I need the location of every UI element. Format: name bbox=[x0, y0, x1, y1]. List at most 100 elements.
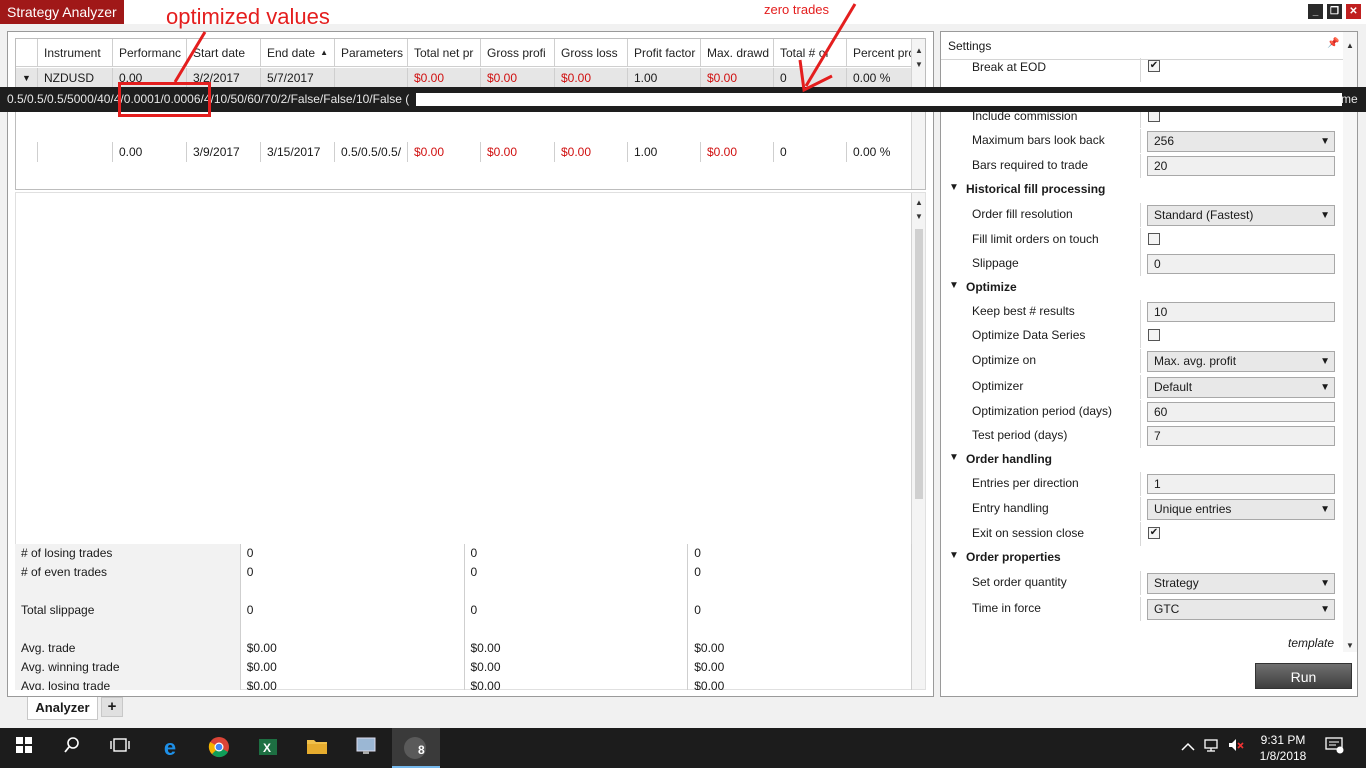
search-icon[interactable] bbox=[60, 736, 84, 760]
col-total-net-profit[interactable]: Total net pr bbox=[408, 39, 481, 67]
pin-icon[interactable]: 📌 bbox=[1327, 38, 1339, 49]
select-value: Default bbox=[1154, 380, 1193, 394]
select-value: Standard (Fastest) bbox=[1154, 208, 1254, 222]
collapse-arrow-icon[interactable]: ▼ bbox=[949, 182, 959, 193]
col-gross-loss[interactable]: Gross loss bbox=[555, 39, 628, 67]
svg-text:X: X bbox=[263, 741, 271, 755]
category-optimize[interactable]: ▼ Optimize bbox=[941, 277, 1341, 299]
network-icon[interactable] bbox=[1200, 736, 1224, 760]
minimize-button[interactable]: _ bbox=[1308, 4, 1323, 19]
entry-handling-select[interactable]: Unique entries ▼ bbox=[1147, 499, 1335, 520]
test-period-input[interactable]: 7 bbox=[1147, 426, 1335, 446]
setting-label: Entries per direction bbox=[972, 476, 1079, 490]
time-in-force-select[interactable]: GTC ▼ bbox=[1147, 599, 1335, 620]
collapse-arrow-icon[interactable]: ▼ bbox=[949, 452, 959, 463]
restore-button[interactable]: ❐ bbox=[1327, 4, 1342, 19]
template-link[interactable]: template bbox=[1288, 636, 1334, 650]
windows-start-icon[interactable] bbox=[12, 736, 36, 760]
category-order-properties[interactable]: ▼ Order properties bbox=[941, 547, 1341, 569]
break-at-eod-checkbox[interactable]: ✔ bbox=[1148, 60, 1160, 72]
col-performance[interactable]: Performanc bbox=[113, 39, 187, 67]
stat-row: # of losing trades 0 0 0 bbox=[15, 544, 912, 563]
cell-profit-factor: 1.00 bbox=[628, 68, 701, 88]
cell-percent-profitable: 0.00 % bbox=[847, 68, 917, 88]
optimization-period-input[interactable]: 60 bbox=[1147, 402, 1335, 422]
divider bbox=[1140, 203, 1141, 227]
category-historical-fill[interactable]: ▼ Historical fill processing bbox=[941, 179, 1341, 201]
col-instrument[interactable]: Instrument bbox=[38, 39, 113, 67]
stat-value: 0 bbox=[688, 544, 912, 563]
collapse-arrow-icon[interactable]: ▼ bbox=[16, 68, 38, 88]
select-value: Strategy bbox=[1154, 576, 1199, 590]
show-hidden-icons-icon[interactable] bbox=[1176, 736, 1200, 760]
stat-row: Avg. losing trade $0.00 $0.00 $0.00 bbox=[15, 677, 912, 690]
chrome-svg bbox=[208, 737, 229, 758]
windows-logo-svg bbox=[16, 737, 32, 753]
scroll-up-icon[interactable]: ▲ bbox=[1343, 40, 1357, 52]
ninjatrader-taskbar-button[interactable]: 8 bbox=[392, 728, 440, 768]
entries-per-direction-input[interactable]: 1 bbox=[1147, 474, 1335, 494]
settings-scrollbar[interactable]: ▲ ▼ bbox=[1343, 32, 1357, 652]
control-panel-icon[interactable] bbox=[354, 736, 378, 760]
bars-required-input[interactable]: 20 bbox=[1147, 156, 1335, 176]
system-clock[interactable]: 9:31 PM 1/8/2018 bbox=[1257, 732, 1309, 764]
setting-label: Entry handling bbox=[972, 501, 1049, 515]
notifications-icon[interactable] bbox=[1322, 736, 1346, 760]
col-start-date[interactable]: Start date bbox=[187, 39, 261, 67]
optimize-data-series-checkbox[interactable] bbox=[1148, 329, 1160, 341]
setting-label: Order fill resolution bbox=[972, 207, 1073, 221]
collapse-arrow-icon[interactable]: ▼ bbox=[949, 280, 959, 291]
col-gross-profit[interactable]: Gross profi bbox=[481, 39, 555, 67]
stat-value: $0.00 bbox=[241, 639, 465, 658]
tab-analyzer[interactable]: Analyzer bbox=[27, 697, 98, 720]
collapse-arrow-icon[interactable]: ▼ bbox=[949, 550, 959, 561]
control-panel-svg bbox=[356, 737, 376, 754]
excel-icon[interactable]: X bbox=[256, 736, 280, 760]
file-explorer-icon[interactable] bbox=[305, 736, 329, 760]
col-profit-factor[interactable]: Profit factor bbox=[628, 39, 701, 67]
scroll-down-icon[interactable]: ▼ bbox=[1343, 640, 1357, 652]
optimizer-select[interactable]: Default ▼ bbox=[1147, 377, 1335, 398]
performance-scrollbar[interactable]: ▲ ▼ bbox=[911, 193, 925, 689]
scroll-up-icon[interactable]: ▲ bbox=[912, 197, 926, 209]
volume-muted-icon[interactable] bbox=[1224, 736, 1248, 760]
fill-limit-checkbox[interactable] bbox=[1148, 233, 1160, 245]
run-button[interactable]: Run bbox=[1255, 663, 1352, 689]
set-order-quantity-select[interactable]: Strategy ▼ bbox=[1147, 573, 1335, 594]
col-parameters[interactable]: Parameters bbox=[335, 39, 408, 67]
scroll-up-icon[interactable]: ▲ bbox=[912, 45, 925, 57]
col-percent-profitable[interactable]: Percent pro bbox=[847, 39, 917, 67]
col-max-drawdown[interactable]: Max. drawd bbox=[701, 39, 774, 67]
task-view-icon[interactable] bbox=[108, 736, 132, 760]
stat-row: Avg. trade $0.00 $0.00 $0.00 bbox=[15, 639, 912, 658]
setting-max-bars: Maximum bars look back 256 ▼ bbox=[941, 129, 1341, 153]
select-value: Max. avg. profit bbox=[1154, 354, 1237, 368]
col-total-trades[interactable]: Total # of bbox=[774, 39, 847, 67]
grid-scrollbar[interactable]: ▲ ▼ bbox=[911, 39, 925, 189]
exit-on-session-close-checkbox[interactable]: ✔ bbox=[1148, 527, 1160, 539]
tab-strip: Analyzer + bbox=[0, 697, 1366, 728]
scroll-thumb[interactable] bbox=[915, 229, 923, 499]
task-view-svg bbox=[110, 738, 130, 752]
keep-best-input[interactable]: 10 bbox=[1147, 302, 1335, 322]
scroll-down-icon[interactable]: ▼ bbox=[912, 211, 926, 223]
cell-percent-profitable: 0.00 % bbox=[847, 142, 917, 162]
max-bars-select[interactable]: 256 ▼ bbox=[1147, 131, 1335, 152]
close-button[interactable]: ✕ bbox=[1346, 4, 1361, 19]
table-row[interactable]: 0.00 3/9/2017 3/15/2017 0.5/0.5/0.5/ $0.… bbox=[16, 142, 917, 162]
category-order-handling[interactable]: ▼ Order handling bbox=[941, 449, 1341, 471]
scroll-down-icon[interactable]: ▼ bbox=[912, 59, 925, 71]
col-end-date[interactable]: End date ▲ bbox=[261, 39, 335, 67]
add-tab-button[interactable]: + bbox=[101, 697, 123, 717]
tooltip-highlight bbox=[416, 93, 1342, 106]
cell-gross-loss: $0.00 bbox=[555, 142, 628, 162]
setting-label: Optimization period (days) bbox=[972, 404, 1113, 418]
stat-value: $0.00 bbox=[241, 677, 465, 690]
chrome-icon[interactable] bbox=[207, 736, 231, 760]
order-fill-resolution-select[interactable]: Standard (Fastest) ▼ bbox=[1147, 205, 1335, 226]
slippage-input[interactable]: 0 bbox=[1147, 254, 1335, 274]
divider bbox=[1140, 497, 1141, 521]
stat-label: Avg. trade bbox=[15, 639, 241, 658]
internet-explorer-icon[interactable]: e bbox=[158, 736, 182, 760]
optimize-on-select[interactable]: Max. avg. profit ▼ bbox=[1147, 351, 1335, 372]
